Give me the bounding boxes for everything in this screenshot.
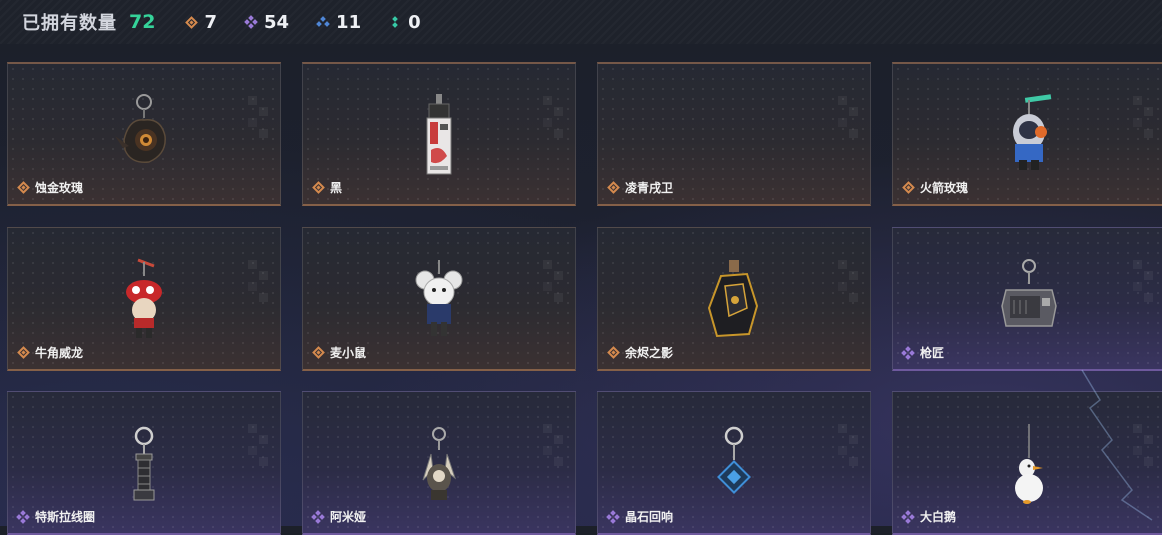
stat-green-count: 0 <box>408 11 421 33</box>
card-decoration <box>838 96 858 148</box>
card-label: 蚀金玫瑰 <box>16 179 84 196</box>
ownership-header: 已拥有数量 72 7 54 11 0 <box>0 0 1162 44</box>
item-name: 火箭玫瑰 <box>920 181 969 195</box>
card-label: 特斯拉线圈 <box>16 508 96 525</box>
item-card[interactable]: 枪匠 <box>892 227 1162 371</box>
card-decoration <box>1133 424 1153 476</box>
card-decoration <box>543 424 563 476</box>
gold-rarity-icon <box>16 346 30 359</box>
card-label: 枪匠 <box>901 344 945 361</box>
mouse-charm-icon <box>409 256 469 346</box>
item-card[interactable]: 牛角威龙 <box>7 227 281 371</box>
owned-total-count: 72 <box>129 11 156 33</box>
item-name: 蚀金玫瑰 <box>35 181 84 195</box>
blue-rarity-icon <box>316 16 330 28</box>
card-decoration <box>248 424 268 476</box>
goose-charm-icon <box>999 420 1059 510</box>
item-name: 阿米娅 <box>330 510 367 524</box>
stat-gold-count: 7 <box>204 11 217 33</box>
card-label: 牛角威龙 <box>16 344 84 361</box>
item-card[interactable]: 黑 <box>302 62 576 206</box>
card-decoration <box>543 96 563 148</box>
item-card[interactable]: 火箭玫瑰 <box>892 62 1162 206</box>
card-label: 火箭玫瑰 <box>901 179 969 196</box>
card-label: 余烬之影 <box>606 344 674 361</box>
card-label: 大白鹅 <box>901 508 957 525</box>
card-label: 晶石回响 <box>606 508 674 525</box>
item-name: 特斯拉线圈 <box>35 510 96 524</box>
card-label: 凌青戌卫 <box>606 179 674 196</box>
card-decoration <box>1133 96 1153 148</box>
gold-rarity-icon <box>606 181 620 194</box>
item-card[interactable]: 凌青戌卫 <box>597 62 871 206</box>
card-label: 阿米娅 <box>311 508 367 525</box>
purple-rarity-icon <box>244 15 258 29</box>
purple-rarity-icon <box>901 345 915 360</box>
rocket-charm-icon <box>999 92 1059 182</box>
purple-rarity-icon <box>901 509 915 524</box>
stat-gold: 7 <box>185 12 217 33</box>
item-card[interactable]: 蚀金玫瑰 <box>7 62 281 206</box>
card-label: 麦小鼠 <box>311 344 367 361</box>
stat-purple-count: 54 <box>263 11 290 33</box>
item-name: 凌青戌卫 <box>625 181 674 195</box>
card-decoration <box>838 424 858 476</box>
green-rarity-icon <box>389 16 401 28</box>
item-name: 大白鹅 <box>920 510 957 524</box>
item-card[interactable]: 晶石回响 <box>597 391 871 535</box>
amiya-charm-icon <box>409 420 469 510</box>
gold-rarity-icon <box>606 346 620 359</box>
card-decoration <box>543 260 563 312</box>
item-name: 晶石回响 <box>625 510 674 524</box>
card-decoration <box>248 260 268 312</box>
item-name: 麦小鼠 <box>330 346 367 360</box>
card-decoration <box>838 260 858 312</box>
card-decoration <box>1133 260 1153 312</box>
item-card[interactable]: 特斯拉线圈 <box>7 391 281 535</box>
item-card[interactable]: 阿米娅 <box>302 391 576 535</box>
purple-rarity-icon <box>311 509 325 524</box>
shadow-charm-icon <box>699 256 769 346</box>
tag-charm-icon <box>419 92 459 182</box>
stat-blue-count: 11 <box>336 11 362 33</box>
dragon-charm-icon <box>114 256 174 346</box>
item-card[interactable]: 麦小鼠 <box>302 227 576 371</box>
gold-rarity-icon <box>311 346 325 359</box>
gold-rarity-icon <box>311 181 325 194</box>
item-name: 牛角威龙 <box>35 346 84 360</box>
purple-rarity-icon <box>606 509 620 524</box>
stat-purple: 54 <box>244 11 290 33</box>
stat-green: 0 <box>389 12 421 33</box>
purple-rarity-icon <box>16 509 30 524</box>
item-card[interactable]: 大白鹅 <box>892 391 1162 535</box>
gold-rarity-icon <box>901 181 915 194</box>
crystal-charm-icon <box>709 420 759 510</box>
owned-count-title: 已拥有数量 <box>22 13 117 34</box>
card-decoration <box>248 96 268 148</box>
tesla-coil-charm-icon <box>119 420 169 510</box>
card-label: 黑 <box>311 179 343 196</box>
gunsmith-charm-icon <box>994 256 1064 346</box>
item-name: 余烬之影 <box>625 346 674 360</box>
stat-blue: 11 <box>316 11 362 33</box>
item-card[interactable]: 余烬之影 <box>597 227 871 371</box>
gold-rarity-icon <box>16 181 30 194</box>
rose-charm-icon <box>109 92 179 176</box>
item-name: 黑 <box>330 181 343 195</box>
gold-rarity-icon <box>185 15 198 29</box>
item-name: 枪匠 <box>920 346 945 360</box>
